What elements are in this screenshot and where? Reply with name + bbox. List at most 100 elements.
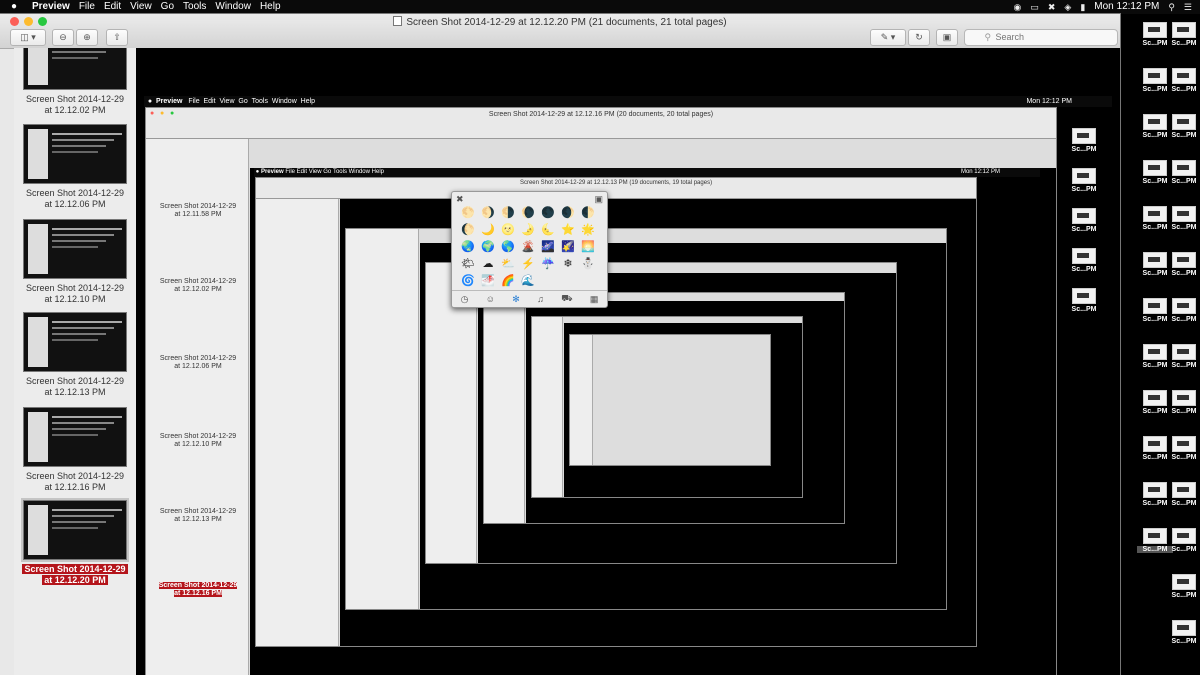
markup-pen-button[interactable]: ✎ ▾ [870, 29, 906, 46]
desktop-file-icon[interactable]: Sc...PM [1166, 436, 1200, 461]
desktop-file-icon[interactable]: Sc...PM [1166, 344, 1200, 369]
desktop-file-icon[interactable]: Sc...PM [1166, 114, 1200, 139]
emoji-cell[interactable]: 🌕 [458, 206, 478, 223]
desktop-file-icon[interactable]: Sc...PM [1166, 390, 1200, 415]
emoji-cell[interactable]: 🌙 [478, 223, 498, 240]
battery-icon[interactable]: ▮ [1080, 0, 1085, 14]
bell-icon[interactable]: ♫ [537, 294, 544, 304]
emoji-palette[interactable]: ✖ ▣ 🌕 🌖 🌗 🌘 🌑 🌒 🌓 🌔 🌙 🌝 🌛 🌜 ⭐ 🌟 🌏 🌍 🌎 🌋 🌌 🌠 🌅 🌤 ☁ ⛅ ⚡ ☔ ❄ ⛄ 🌀 🌁 🌈 🌊 ◷ ☺… [451, 191, 608, 308]
search-input[interactable] [993, 31, 1098, 43]
thumbnail-item-selected[interactable]: Screen Shot 2014-12-29 at 12.12.20 PM [14, 498, 136, 586]
emoji-cell[interactable]: ⭐ [558, 223, 578, 240]
emoji-cell[interactable]: 🌒 [558, 206, 578, 223]
document-view[interactable]: ● Preview File Edit View Go Tools Window… [136, 48, 1120, 675]
emoji-cell[interactable]: 🌁 [478, 274, 498, 291]
thumbnail-item[interactable]: Screen Shot 2014-12-29 at 12.12.02 PM [14, 48, 136, 116]
emoji-cell[interactable]: ⚡ [518, 257, 538, 274]
emoji-cell[interactable]: 🌤 [458, 257, 478, 274]
emoji-cell[interactable]: 🌅 [578, 240, 598, 257]
emoji-cell[interactable]: 🌔 [458, 223, 478, 240]
thumbnail-image[interactable] [23, 407, 127, 467]
desktop-file-icon[interactable]: Sc...PM [1166, 298, 1200, 323]
emoji-cell[interactable]: 🌍 [478, 240, 498, 257]
menu-view[interactable]: View [130, 0, 161, 14]
share-button[interactable]: ⇧ [106, 29, 128, 46]
emoji-cell[interactable]: ☁ [478, 257, 498, 274]
thumbnail-item[interactable]: Screen Shot 2014-12-29 at 12.12.10 PM [14, 219, 136, 305]
emoji-cell[interactable]: ⛄ [578, 257, 598, 274]
emoji-grid[interactable]: 🌕 🌖 🌗 🌘 🌑 🌒 🌓 🌔 🌙 🌝 🌛 🌜 ⭐ 🌟 🌏 🌍 🌎 🌋 🌌 🌠 🌅 🌤 ☁ ⛅ ⚡ ☔ ❄ ⛄ 🌀 🌁 🌈 🌊 [458, 206, 598, 291]
expand-icon[interactable]: ▣ [594, 194, 603, 205]
sidebar-toggle-button[interactable]: ◫ ▾ [10, 29, 46, 46]
menu-file[interactable]: File [79, 0, 104, 14]
desktop-file-icon[interactable]: Sc...PM [1166, 528, 1200, 553]
desktop-file-icon[interactable]: Sc...PM [1166, 252, 1200, 277]
menu-app-preview[interactable]: Preview [32, 0, 79, 14]
toolbox-button[interactable]: ▣ [936, 29, 958, 46]
thumbnail-item[interactable]: Screen Shot 2014-12-29 at 12.12.06 PM [14, 124, 136, 210]
desktop-file-icon[interactable]: Sc...PM [1066, 128, 1102, 153]
menu-help[interactable]: Help [260, 0, 290, 14]
thumbnail-image[interactable] [23, 48, 127, 90]
symbols-icon[interactable]: ▦ [590, 294, 599, 305]
desktop-file-icon[interactable]: Sc...PM [1066, 288, 1102, 313]
menu-tools[interactable]: Tools [183, 0, 215, 14]
emoji-cell[interactable]: 🌘 [518, 206, 538, 223]
emoji-cell[interactable]: 🌈 [498, 274, 518, 291]
recent-icon[interactable]: ◷ [461, 294, 469, 305]
emoji-cell[interactable]: 🌀 [458, 274, 478, 291]
emoji-cell[interactable]: ☔ [538, 257, 558, 274]
desktop-file-icon[interactable]: Sc...PM [1166, 574, 1200, 599]
emoji-cell[interactable]: 🌖 [478, 206, 498, 223]
emoji-cell[interactable]: ⛅ [498, 257, 518, 274]
rotate-button[interactable]: ↻ [908, 29, 930, 46]
desktop-file-icon[interactable]: Sc...PM [1166, 22, 1200, 47]
wifi-icon[interactable]: ◈ [1064, 0, 1071, 14]
emoji-cell[interactable]: ❄ [558, 257, 578, 274]
thumbnail-item[interactable]: Screen Shot 2014-12-29 at 12.12.13 PM [14, 312, 136, 398]
emoji-cell[interactable]: 🌗 [498, 206, 518, 223]
desktop-file-icon[interactable]: Sc...PM [1066, 208, 1102, 233]
emoji-cell[interactable]: 🌏 [458, 240, 478, 257]
desktop-file-icon[interactable]: Sc...PM [1166, 160, 1200, 185]
accessibility-icon[interactable]: ◉ [1013, 0, 1021, 14]
desktop-file-icon[interactable]: Sc...PM [1066, 168, 1102, 193]
search-field[interactable]: ⚲ [964, 29, 1118, 46]
emoji-cell[interactable]: 🌟 [578, 223, 598, 240]
menu-edit[interactable]: Edit [104, 0, 130, 14]
window-titlebar[interactable]: Screen Shot 2014-12-29 at 12.12.20 PM (2… [0, 14, 1120, 49]
desktop-file-icon[interactable]: Sc...PM [1166, 620, 1200, 645]
desktop-file-icon[interactable]: Sc...PM [1166, 482, 1200, 507]
apple-menu-icon[interactable]: ● [8, 0, 20, 14]
bluetooth-icon[interactable]: ✖ [1048, 0, 1056, 14]
close-icon[interactable]: ✖ [456, 194, 464, 205]
emoji-cell[interactable]: 🌊 [518, 274, 538, 291]
emoji-cell[interactable]: 🌑 [538, 206, 558, 223]
emoji-cell[interactable]: 🌠 [558, 240, 578, 257]
spotlight-icon[interactable]: ⚲ [1168, 0, 1175, 14]
emoji-cell[interactable]: 🌎 [498, 240, 518, 257]
desktop-file-icon[interactable]: Sc...PM [1066, 248, 1102, 273]
thumbnail-item[interactable]: Screen Shot 2014-12-29 at 12.12.16 PM [14, 407, 136, 493]
smiley-icon[interactable]: ☺ [486, 294, 495, 304]
emoji-cell[interactable]: 🌌 [538, 240, 558, 257]
menu-window[interactable]: Window [215, 0, 260, 14]
emoji-cell[interactable]: 🌋 [518, 240, 538, 257]
desktop-file-icon[interactable]: Sc...PM [1166, 68, 1200, 93]
thumbnail-image[interactable] [21, 498, 129, 562]
thumbnail-image[interactable] [23, 219, 127, 279]
nature-icon[interactable]: ✻ [512, 294, 520, 305]
emoji-cell[interactable]: 🌝 [498, 223, 518, 240]
thumbnail-image[interactable] [23, 124, 127, 184]
zoom-in-button[interactable]: ⊕ [76, 29, 98, 46]
airplay-icon[interactable]: ▭ [1030, 0, 1039, 14]
menu-go[interactable]: Go [161, 0, 183, 14]
zoom-out-button[interactable]: ⊖ [52, 29, 74, 46]
thumbnail-image[interactable] [23, 312, 127, 372]
desktop-file-icon[interactable]: Sc...PM [1166, 206, 1200, 231]
emoji-cell[interactable]: 🌓 [578, 206, 598, 223]
emoji-cell[interactable]: 🌜 [538, 223, 558, 240]
menu-clock[interactable]: Mon 12:12 PM [1094, 0, 1159, 14]
emoji-cell[interactable]: 🌛 [518, 223, 538, 240]
car-icon[interactable]: ⛟ [561, 293, 572, 305]
